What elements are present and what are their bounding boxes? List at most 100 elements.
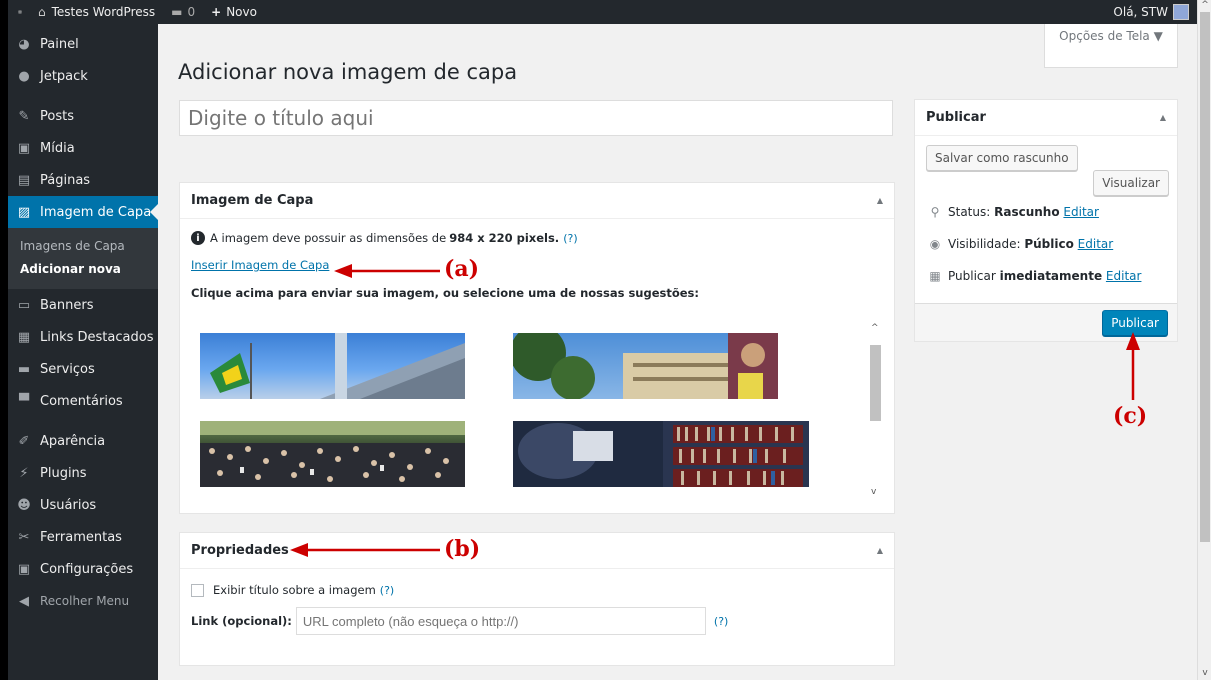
new-label: Novo [226, 5, 257, 19]
banners-icon: ▭ [17, 297, 31, 313]
pages-icon: ▤ [17, 172, 31, 188]
menu-label: Posts [40, 108, 74, 124]
edit-status-link[interactable]: Editar [1063, 205, 1099, 219]
annotation-b: (b) [444, 536, 481, 562]
greeting-label: Olá, STW [1113, 5, 1168, 19]
collapse-toggle-icon[interactable]: ▲ [877, 196, 883, 205]
annotation-c: (c) [1113, 403, 1148, 429]
scroll-up-icon[interactable]: ^ [1198, 0, 1211, 12]
cover-image-box-title: Imagem de Capa [191, 193, 314, 208]
properties-box-title: Propriedades [191, 543, 289, 558]
save-draft-button[interactable]: Salvar como rascunho [926, 145, 1078, 171]
comments-link[interactable]: ▬ 0 [163, 0, 203, 24]
site-name-link[interactable]: ⌂ Testes WordPress [30, 0, 163, 24]
edit-visibility-link[interactable]: Editar [1078, 237, 1114, 251]
scroll-down-icon[interactable]: v [1198, 668, 1211, 680]
image-icon: ▨ [17, 204, 31, 220]
status-value: Rascunho [994, 205, 1060, 219]
pin-icon: ⚲ [930, 205, 940, 219]
link-url-input[interactable] [295, 607, 706, 635]
my-account-link[interactable]: Olá, STW [1105, 0, 1197, 24]
post-title-input[interactable] [179, 100, 893, 136]
collapse-menu-button[interactable]: ◀ Recolher Menu [8, 585, 158, 617]
insert-cover-image-link[interactable]: Inserir Imagem de Capa [191, 258, 329, 272]
publish-box-header[interactable]: Publicar ▲ [915, 100, 1177, 136]
scrollbar-thumb[interactable] [1200, 12, 1210, 542]
help-link[interactable]: (?) [380, 584, 394, 597]
wordpress-logo-icon[interactable]: W [10, 4, 30, 20]
menu-label: Serviços [40, 361, 95, 377]
gallery-scroll-up-icon[interactable]: ^ [871, 323, 879, 333]
screen-options-tab[interactable]: Opções de Tela ▼ [1044, 24, 1178, 68]
submenu-imagem-de-capa: Imagens de Capa Adicionar nova [8, 228, 158, 289]
publish-actions: Salvar como rascunho Visualizar [915, 136, 1177, 248]
visibility-row: ◉ Visibilidade: Público Editar [926, 234, 1166, 254]
submenu-item-imagens-de-capa[interactable]: Imagens de Capa [8, 235, 158, 258]
menu-links-destacados[interactable]: ▦ Links Destacados [8, 321, 158, 353]
menu-label: Plugins [40, 465, 87, 481]
building-flag-photo-icon [210, 333, 465, 399]
link-row: Link (opcional): (?) [191, 607, 883, 635]
appearance-icon: ✐ [18, 433, 30, 449]
menu-midia[interactable]: ▣ Mídia [8, 132, 158, 164]
comment-bubble-icon: ▬ [171, 5, 183, 19]
publish-misc: ⚲ Status: Rascunho Editar ◉ Visibilidade… [915, 205, 1177, 300]
link-help-link[interactable]: (?) [714, 615, 728, 628]
avatar [1173, 4, 1189, 20]
suggestion-image-1[interactable] [200, 333, 465, 399]
dimension-value: 984 x 220 pixels. [449, 231, 560, 245]
dimension-info-text: A imagem deve possuir as dimensões de [210, 231, 447, 245]
link-label: Link (opcional): [191, 614, 292, 628]
menu-painel[interactable]: ◕ Painel [8, 28, 158, 60]
plus-icon: + [211, 5, 222, 19]
menu-label: Usuários [40, 497, 97, 513]
collapse-toggle-icon[interactable]: ▲ [877, 546, 883, 555]
cover-image-box: Imagem de Capa ▲ i A imagem deve possuir… [179, 182, 895, 514]
menu-label: Painel [40, 36, 79, 52]
menu-configuracoes[interactable]: ▣ Configurações [8, 553, 158, 585]
gallery-scroll-thumb[interactable] [870, 345, 881, 421]
menu-banners[interactable]: ▭ Banners [8, 289, 158, 321]
comments-count: 0 [187, 5, 196, 19]
settings-icon: ▣ [17, 561, 31, 577]
dimension-info: i A imagem deve possuir as dimensões de … [191, 231, 883, 245]
suggestion-image-3[interactable] [200, 421, 465, 487]
submenu-item-adicionar-nova[interactable]: Adicionar nova [8, 258, 158, 281]
gallery-scrollbar[interactable]: ^ v [868, 323, 884, 503]
menu-paginas[interactable]: ▤ Páginas [8, 164, 158, 196]
menu-ferramentas[interactable]: ✂ Ferramentas [8, 521, 158, 553]
menu-posts[interactable]: ✎ Posts [8, 100, 158, 132]
tools-icon: ✂ [18, 529, 30, 545]
menu-aparencia[interactable]: ✐ Aparência [8, 425, 158, 457]
library-photo-icon [513, 421, 803, 487]
pin-icon: ✎ [18, 108, 30, 124]
publish-box: Publicar ▲ Salvar como rascunho Visualiz… [914, 99, 1178, 342]
jetpack-icon: ● [18, 68, 30, 84]
preview-button[interactable]: Visualizar [1093, 170, 1169, 196]
collapse-toggle-icon[interactable]: ▲ [1160, 113, 1166, 122]
menu-label: Links Destacados [40, 329, 154, 345]
help-link[interactable]: (?) [563, 232, 577, 245]
show-title-checkbox[interactable] [191, 583, 204, 597]
edit-schedule-link[interactable]: Editar [1106, 269, 1142, 283]
cover-image-box-header[interactable]: Imagem de Capa ▲ [180, 183, 894, 219]
suggestion-image-2[interactable] [513, 333, 778, 399]
menu-imagem-de-capa[interactable]: ▨ Imagem de Capa [8, 196, 158, 228]
show-title-row: Exibir título sobre a imagem (?) [191, 583, 883, 597]
gallery-scroll-down-icon[interactable]: v [871, 487, 876, 497]
crowd-photo-icon [200, 421, 465, 487]
menu-comentarios[interactable]: ▀ Comentários [8, 385, 158, 417]
properties-box-header[interactable]: Propriedades ▲ [180, 533, 894, 569]
calendar-icon: ▦ [929, 269, 941, 283]
suggestion-image-4[interactable] [513, 421, 809, 487]
page-scrollbar[interactable]: ^ v [1197, 0, 1211, 680]
admin-bar: W ⌂ Testes WordPress ▬ 0 + Novo Olá, STW [8, 0, 1197, 24]
menu-usuarios[interactable]: ☻ Usuários [8, 489, 158, 521]
publish-button[interactable]: Publicar [1102, 310, 1168, 336]
menu-jetpack[interactable]: ● Jetpack [8, 60, 158, 92]
new-content-link[interactable]: + Novo [203, 0, 265, 24]
menu-plugins[interactable]: ⚡ Plugins [8, 457, 158, 489]
status-label: Status: [948, 205, 991, 219]
info-icon: i [191, 231, 205, 245]
menu-servicos[interactable]: ▬ Serviços [8, 353, 158, 385]
